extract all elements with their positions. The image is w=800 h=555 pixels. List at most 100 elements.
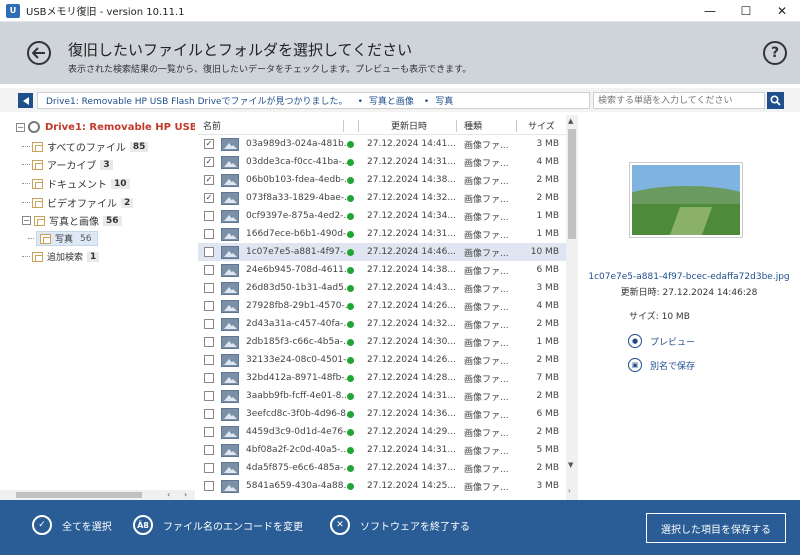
scroll-down-icon[interactable]: ▼: [568, 461, 573, 469]
row-checkbox[interactable]: [204, 463, 214, 473]
table-row[interactable]: 4da5f875-e6c6-485a-... 27.12.2024 14:37..…: [198, 459, 566, 477]
table-row[interactable]: 26d83d50-1b31-4ad5... 27.12.2024 14:43...…: [198, 279, 566, 297]
search-button[interactable]: [767, 92, 784, 109]
tree-item-photos[interactable]: 写真 56: [28, 231, 99, 246]
column-header-name[interactable]: 名前: [203, 119, 221, 132]
row-checkbox[interactable]: [204, 373, 214, 383]
table-row[interactable]: 3eefcd8c-3f0b-4d96-8... 27.12.2024 14:36.…: [198, 405, 566, 423]
triangle-left-icon: [22, 96, 29, 105]
scroll-left-icon[interactable]: ‹: [167, 490, 170, 499]
tree-drive-node[interactable]: − Drive1: Removable HP USB Flash Drive: [16, 121, 195, 133]
tree-item-photos-images[interactable]: − 写真と画像 56: [22, 213, 122, 228]
image-file-icon: [221, 191, 239, 205]
row-checkbox[interactable]: [204, 265, 214, 275]
scroll-right-icon[interactable]: ›: [184, 490, 187, 499]
tree-item-label: ドキュメント: [47, 180, 107, 191]
help-button[interactable]: ?: [763, 41, 787, 65]
row-checkbox[interactable]: [204, 355, 214, 365]
select-all-button[interactable]: ✓ 全てを選択: [32, 515, 112, 535]
status-dot-icon: [347, 230, 354, 238]
tree-item-label: すべてのファイル: [47, 143, 126, 154]
file-name: 26d83d50-1b31-4ad5...: [246, 283, 353, 293]
tree-item-documents[interactable]: ドキュメント 10: [22, 176, 130, 191]
tree-item-all-files[interactable]: すべてのファイル 85: [22, 139, 149, 154]
table-row[interactable]: ✓ 03dde3ca-f0cc-41ba-... 27.12.2024 14:31.…: [198, 153, 566, 171]
change-encoding-button[interactable]: Ä8 ファイル名のエンコードを変更: [133, 515, 303, 535]
collapse-icon[interactable]: −: [16, 122, 25, 132]
save-selected-button[interactable]: 選択した項目を保存する: [646, 513, 786, 543]
table-row[interactable]: 166d7ece-b6b1-490d-... 27.12.2024 14:31..…: [198, 225, 566, 243]
row-checkbox[interactable]: ✓: [204, 139, 214, 149]
exit-software-button[interactable]: ✕ ソフトウェアを終了する: [330, 515, 470, 535]
file-type: 画像ファ...: [464, 176, 509, 187]
row-checkbox[interactable]: [204, 481, 214, 491]
table-row[interactable]: 32bd412a-8971-48fb-... 27.12.2024 14:28..…: [198, 369, 566, 387]
row-checkbox[interactable]: [204, 391, 214, 401]
table-row[interactable]: 4459d3c9-0d1d-4e76-... 27.12.2024 14:29..…: [198, 423, 566, 441]
save-as-button[interactable]: ▣ 別名で保存: [628, 358, 695, 372]
row-checkbox[interactable]: [204, 319, 214, 329]
back-button[interactable]: [27, 41, 51, 65]
path-back-button[interactable]: [18, 93, 33, 108]
file-date: 27.12.2024 14:36...: [367, 409, 456, 419]
row-checkbox[interactable]: [204, 283, 214, 293]
row-checkbox[interactable]: [204, 211, 214, 221]
scrollbar-thumb[interactable]: [16, 492, 142, 498]
breadcrumb-item[interactable]: 写真と画像: [358, 94, 414, 107]
row-checkbox[interactable]: ✓: [204, 157, 214, 167]
tree-item-videos[interactable]: ビデオファイル 2: [22, 195, 134, 210]
table-row[interactable]: 4bf08a2f-2c0d-40a5-... 27.12.2024 14:31..…: [198, 441, 566, 459]
image-file-icon: [221, 155, 239, 169]
image-file-icon: [221, 425, 239, 439]
table-row[interactable]: ✓ 06b0b103-fdea-4edb-... 27.12.2024 14:38.…: [198, 171, 566, 189]
column-header-size[interactable]: サイズ: [528, 119, 555, 132]
table-row[interactable]: ✓ 03a989d3-024a-481b... 27.12.2024 14:41..…: [198, 135, 566, 153]
table-row[interactable]: 2db185f3-c66c-4b5a-... 27.12.2024 14:30..…: [198, 333, 566, 351]
table-row[interactable]: 32133e24-08c0-4501-... 27.12.2024 14:26..…: [198, 351, 566, 369]
list-vertical-scrollbar[interactable]: ▲ ▼ ›: [566, 115, 578, 500]
maximize-button[interactable]: ☐: [728, 0, 764, 22]
scroll-right-icon[interactable]: ›: [568, 487, 571, 495]
close-button[interactable]: ✕: [764, 0, 800, 22]
table-row[interactable]: 5841a659-430a-4a88... 27.12.2024 14:25...…: [198, 477, 566, 495]
row-checkbox[interactable]: ✓: [204, 193, 214, 203]
table-row[interactable]: 0cf9397e-875a-4ed2-... 27.12.2024 14:34..…: [198, 207, 566, 225]
table-row[interactable]: 24e6b945-708d-4611... 27.12.2024 14:38...…: [198, 261, 566, 279]
row-checkbox[interactable]: [204, 409, 214, 419]
table-row[interactable]: 27928fb8-29b1-4570-... 27.12.2024 14:26..…: [198, 297, 566, 315]
tree-item-archives[interactable]: アーカイブ 3: [22, 157, 113, 172]
status-dot-icon: [347, 302, 354, 310]
search-input[interactable]: [593, 92, 765, 109]
folder-icon: [32, 178, 43, 189]
row-checkbox[interactable]: [204, 301, 214, 311]
column-header-date[interactable]: 更新日時: [391, 119, 427, 132]
image-file-icon: [221, 389, 239, 403]
collapse-icon[interactable]: −: [22, 216, 31, 225]
tree-item-count: 56: [103, 215, 122, 226]
row-checkbox[interactable]: [204, 445, 214, 455]
file-date: 27.12.2024 14:30...: [367, 337, 456, 347]
table-row[interactable]: 3aabb9fb-fcff-4e01-8... 27.12.2024 14:31.…: [198, 387, 566, 405]
file-type: 画像ファ...: [464, 158, 509, 169]
minimize-button[interactable]: —: [692, 0, 728, 22]
scroll-up-icon[interactable]: ▲: [568, 117, 573, 125]
row-checkbox[interactable]: [204, 337, 214, 347]
tree-item-additional-search[interactable]: 追加検索 1: [22, 250, 100, 263]
table-row[interactable]: 1c07e7e5-a881-4f97-... 27.12.2024 14:46..…: [198, 243, 566, 261]
tree-horizontal-scrollbar[interactable]: ‹ ›: [0, 490, 195, 500]
scrollbar-thumb[interactable]: [568, 129, 576, 239]
row-checkbox[interactable]: [204, 229, 214, 239]
image-file-icon: [221, 353, 239, 367]
file-name: 4da5f875-e6c6-485a-...: [246, 463, 352, 473]
row-checkbox[interactable]: [204, 427, 214, 437]
folder-icon: [32, 141, 43, 152]
row-checkbox[interactable]: [204, 247, 214, 257]
table-row[interactable]: ✓ 073f8a33-1829-4bae-... 27.12.2024 14:32.…: [198, 189, 566, 207]
preview-thumbnail[interactable]: [630, 163, 742, 237]
table-row[interactable]: 2d43a31a-c457-40fa-... 27.12.2024 14:32..…: [198, 315, 566, 333]
row-checkbox[interactable]: ✓: [204, 175, 214, 185]
preview-button[interactable]: ● プレビュー: [628, 334, 695, 348]
breadcrumb-item[interactable]: 写真: [424, 94, 453, 107]
column-header-type[interactable]: 種類: [464, 119, 482, 132]
status-dot-icon: [347, 482, 354, 490]
